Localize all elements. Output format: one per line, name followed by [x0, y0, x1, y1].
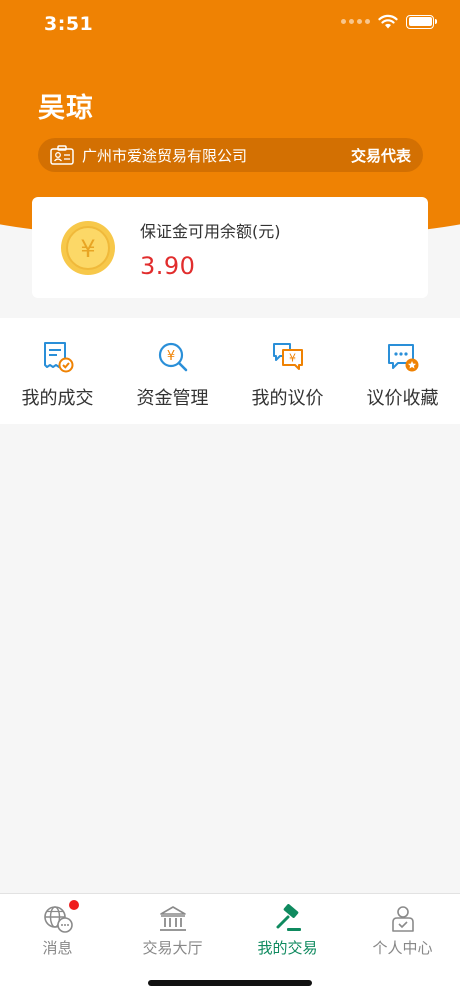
- tab-label: 个人中心: [372, 939, 433, 957]
- action-label: 我的议价: [251, 388, 324, 409]
- status-indicators: [341, 14, 437, 29]
- favorite-chat-icon: [387, 344, 418, 372]
- action-label: 议价收藏: [366, 388, 439, 409]
- action-fund-management[interactable]: ¥ 资金管理: [115, 318, 230, 424]
- status-time: 3:51: [44, 13, 94, 35]
- company-name: 广州市爱途贸易有限公司: [82, 146, 248, 165]
- action-my-negotiation[interactable]: ¥ 我的议价: [230, 318, 345, 424]
- action-label: 资金管理: [136, 388, 209, 409]
- action-label: 我的成交: [21, 388, 94, 409]
- bank-building-icon: [159, 906, 186, 931]
- person-icon: [391, 906, 414, 932]
- tab-messages[interactable]: 消息: [0, 894, 115, 996]
- yuan-coin-icon: ¥: [61, 221, 115, 275]
- id-card-icon: [50, 145, 74, 165]
- user-name: 吴琼: [38, 93, 94, 124]
- tab-label: 我的交易: [257, 939, 318, 957]
- fund-search-icon: ¥: [158, 342, 187, 372]
- action-my-deals[interactable]: 我的成交: [0, 318, 115, 424]
- battery-icon: [406, 14, 437, 29]
- balance-card[interactable]: ¥ 保证金可用余额(元) 3.90: [32, 197, 428, 298]
- action-negotiation-favorites[interactable]: 议价收藏: [345, 318, 460, 424]
- tab-personal-center[interactable]: 个人中心: [345, 894, 460, 996]
- balance-value: 3.90: [140, 252, 196, 280]
- deal-receipt-icon: [43, 342, 73, 373]
- home-indicator: [148, 980, 312, 986]
- company-role: 交易代表: [350, 146, 411, 165]
- status-bar: 3:51: [0, 0, 460, 50]
- company-info-bar[interactable]: 广州市爱途贸易有限公司 交易代表: [38, 138, 423, 172]
- tab-label: 交易大厅: [142, 939, 203, 957]
- tab-label: 消息: [42, 939, 73, 957]
- globe-chat-icon: [43, 900, 79, 934]
- negotiation-chat-icon: ¥: [272, 343, 303, 370]
- svg-text:¥: ¥: [289, 352, 296, 365]
- cellular-signal-icon: [341, 19, 370, 24]
- gavel-icon: [276, 904, 301, 931]
- wifi-icon: [378, 14, 398, 29]
- my-trade-page: 3:51 吴琼 广州市爱途贸易有限公司 交易代表 ¥ 保证金可用余额(元) 3.…: [0, 0, 460, 996]
- svg-text:¥: ¥: [80, 235, 95, 263]
- unread-badge: [68, 900, 79, 910]
- svg-text:¥: ¥: [166, 349, 174, 364]
- quick-actions: 我的成交 ¥ 资金管理 ¥ 我的议价 议价收藏: [0, 318, 460, 424]
- balance-label: 保证金可用余额(元): [140, 222, 281, 241]
